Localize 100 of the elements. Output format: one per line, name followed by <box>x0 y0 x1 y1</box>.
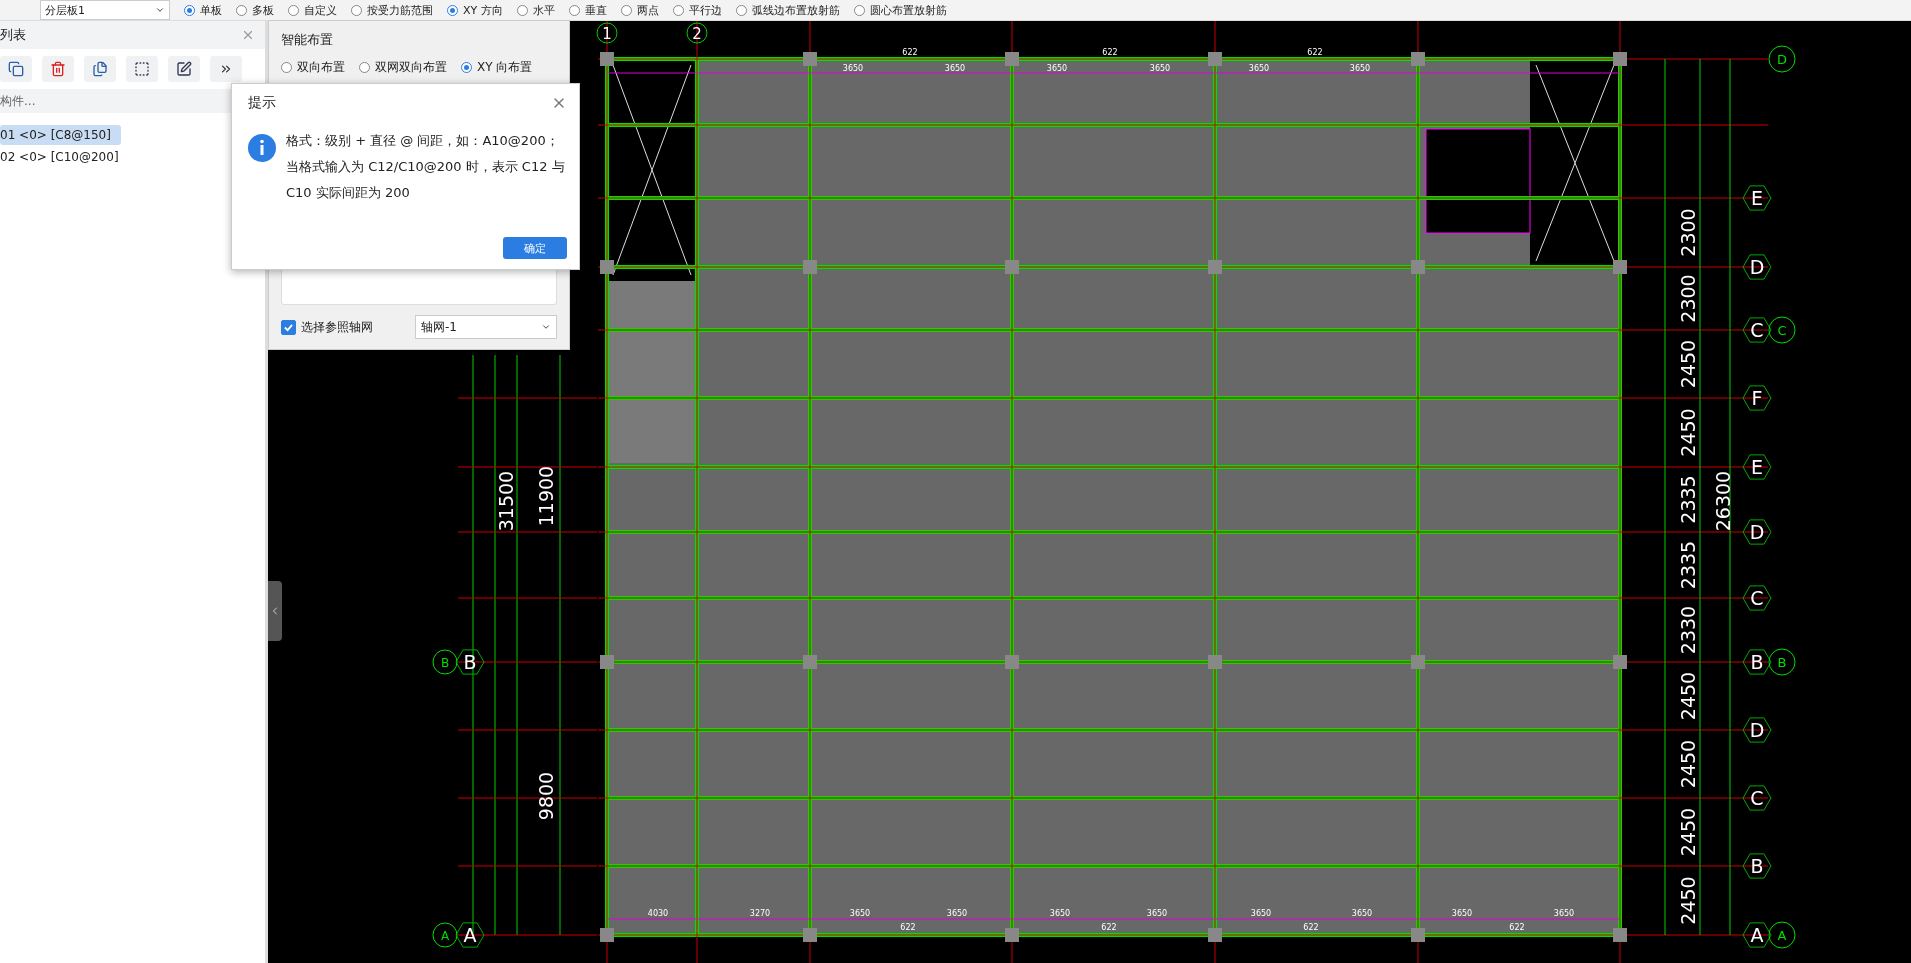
axis-label: C <box>1750 787 1764 809</box>
dimension-label: 622 <box>902 48 918 57</box>
layout-radio[interactable]: 双向布置 <box>281 59 345 76</box>
axis-label: F <box>1751 387 1763 409</box>
direction-radio[interactable]: 垂直 <box>568 2 607 18</box>
direction-radio[interactable]: 弧线边布置放射筋 <box>735 2 840 18</box>
info-icon <box>248 134 276 162</box>
axis-label: A <box>1777 928 1787 943</box>
dimension-label: 2450 <box>1677 739 1699 789</box>
panel-title: 智能布置 <box>281 31 334 49</box>
axis-label: B <box>440 656 450 670</box>
caret-icon <box>155 5 165 15</box>
direction-radio[interactable]: 两点 <box>620 2 659 18</box>
direction-radio[interactable]: 圆心布置放射筋 <box>853 2 947 18</box>
confirm-button[interactable]: 确定 <box>503 237 567 259</box>
axis-label: B <box>1750 855 1764 877</box>
dimension-label: 3650 <box>1351 909 1373 918</box>
dimension-label: 622 <box>1101 923 1117 932</box>
dimension-label: 622 <box>900 923 916 932</box>
mode-radio[interactable]: 自定义 <box>288 2 337 18</box>
layout-radio[interactable]: XY 向布置 <box>461 59 533 76</box>
more-button[interactable] <box>210 56 242 82</box>
dimension-label: 3650 <box>1049 909 1071 918</box>
axis-label: A <box>1750 924 1764 946</box>
dimension-label: 622 <box>1307 48 1323 57</box>
dimension-label: 2300 <box>1677 208 1699 257</box>
dimension-label: 2450 <box>1677 671 1699 721</box>
trash-icon <box>50 61 66 77</box>
check-icon <box>284 322 293 332</box>
axis-label: E <box>1751 187 1763 209</box>
axis-label: C <box>1777 323 1787 338</box>
dimension-label: 3650 <box>1250 909 1272 918</box>
double-chevron-icon <box>219 62 233 76</box>
dimension-label: 622 <box>1102 48 1118 57</box>
direction-radio[interactable]: XY 方向 <box>447 2 503 18</box>
dimension-label: 3650 <box>849 909 871 918</box>
dimension-label: 2450 <box>1677 339 1699 389</box>
list-item[interactable]: 01 <0> [C8@150] <box>0 125 121 145</box>
axis-label: D <box>1749 521 1765 543</box>
delete-button[interactable] <box>42 56 74 82</box>
copy-button[interactable] <box>84 56 116 82</box>
dimension-label: 2450 <box>1677 876 1699 925</box>
panel-title: 列表 <box>0 26 26 44</box>
dimension-label: 3650 <box>946 909 968 918</box>
dimension-label: 3270 <box>749 909 771 918</box>
layer-dropdown[interactable]: 分层板1 <box>40 0 170 20</box>
dimension-label: 3650 <box>1349 64 1371 73</box>
dimension-label: 4030 <box>647 909 669 918</box>
dimension-label: 2450 <box>1677 408 1699 457</box>
axis-label: D <box>1749 719 1765 741</box>
axis-label: E <box>1751 456 1763 478</box>
dimension-label: 3650 <box>944 64 966 73</box>
dimension-label: 2330 <box>1677 605 1699 655</box>
layout-radio[interactable]: 双网双向布置 <box>359 59 447 76</box>
dimension-label: 2335 <box>1677 475 1699 524</box>
dimension-label: 11900 <box>535 465 557 527</box>
dashed-square-icon <box>134 61 150 77</box>
axis-label: A <box>463 924 477 946</box>
reference-grid-checkbox[interactable]: 选择参照轴网 <box>281 318 373 336</box>
list-item[interactable]: 02 <0> [C10@200] <box>0 147 129 167</box>
dimension-label: 2450 <box>1677 807 1699 857</box>
dimension-label: 3650 <box>1553 909 1575 918</box>
edit-icon <box>176 61 192 77</box>
dimension-label: 31500 <box>495 470 517 532</box>
axis-label: A <box>440 929 450 943</box>
dimension-label: 3650 <box>1248 64 1270 73</box>
axis-label: B <box>1750 651 1764 673</box>
direction-radio[interactable]: 水平 <box>516 2 555 18</box>
axis-label: D <box>1749 256 1765 278</box>
axis-label: C <box>1750 319 1764 341</box>
direction-radio[interactable]: 平行边 <box>672 2 722 18</box>
axis-label: C <box>1750 587 1764 609</box>
dimension-label: 2300 <box>1677 274 1699 323</box>
copy-button[interactable] <box>0 56 32 82</box>
dimension-label: 3650 <box>1146 909 1168 918</box>
dimension-label: 2335 <box>1677 540 1699 590</box>
copy-icon <box>92 61 108 77</box>
layer-button[interactable] <box>126 56 158 82</box>
edit-button[interactable] <box>168 56 200 82</box>
axis-label: B <box>463 651 477 673</box>
dimension-label: 3650 <box>1046 64 1068 73</box>
dimension-label: 26300 <box>1712 470 1734 532</box>
axis-label: 1 <box>602 25 612 43</box>
copy-icon <box>8 61 24 77</box>
grid-select[interactable]: 轴网-1 <box>415 315 557 339</box>
dimension-label: 622 <box>1303 923 1319 932</box>
close-icon[interactable] <box>241 28 255 42</box>
axis-label: B <box>1777 655 1787 670</box>
collapse-handle[interactable] <box>268 581 282 641</box>
dimension-label: 3650 <box>1451 909 1473 918</box>
dimension-label: 9800 <box>535 771 557 821</box>
mode-radio[interactable]: 按受力筋范围 <box>351 2 433 18</box>
dimension-label: 622 <box>1509 923 1525 932</box>
axis-label: 2 <box>692 25 702 43</box>
mode-radio[interactable]: 单板 <box>184 2 222 18</box>
caret-icon <box>541 322 551 332</box>
dimension-label: 3650 <box>842 64 864 73</box>
dialog-message: 格式：级别 + 直径 @ 间距，如：A10@200；当格式输入为 C12/C10@200 时，表示 C12 与 C10 实际间距为 200 <box>286 132 566 202</box>
axis-label: D <box>1777 52 1787 67</box>
mode-radio[interactable]: 多板 <box>236 2 274 18</box>
